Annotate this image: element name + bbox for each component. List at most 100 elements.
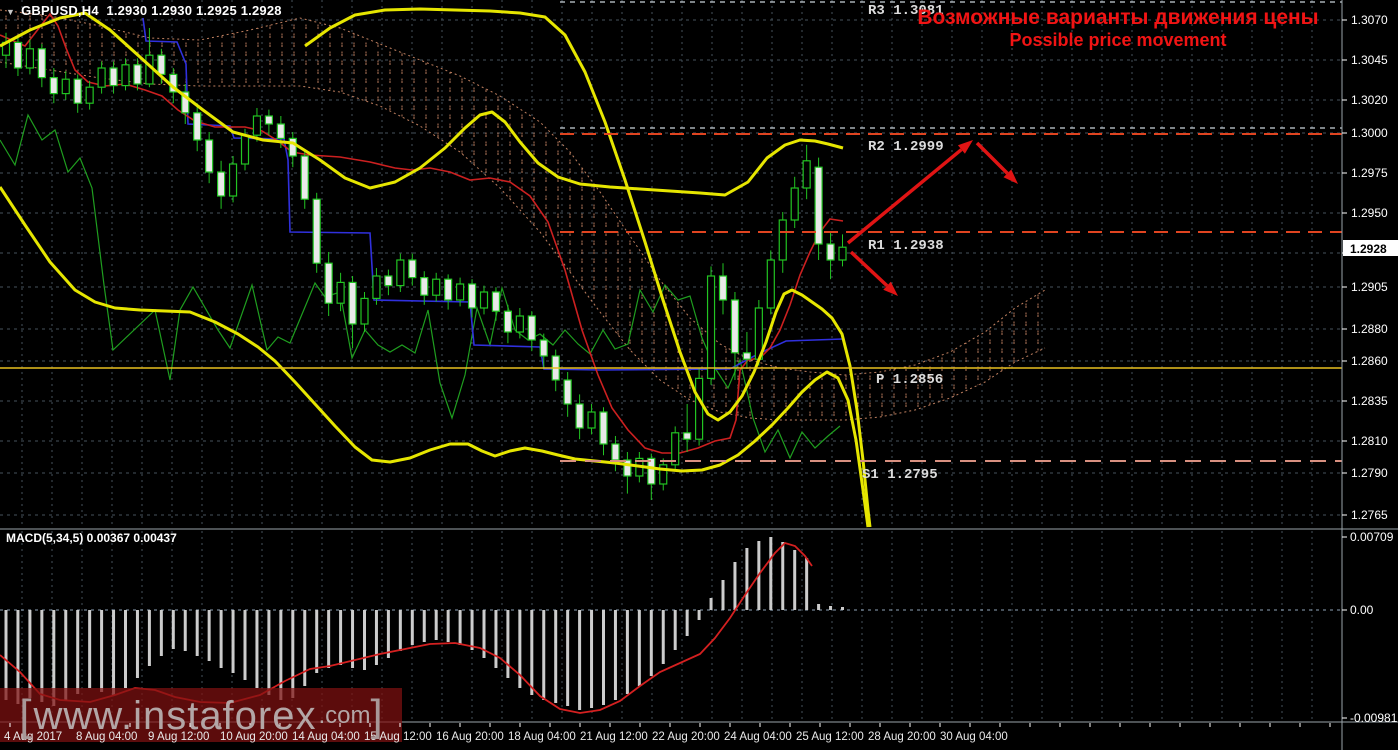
macd-histogram-bar [829,606,833,610]
time-axis-label[interactable]: 28 Aug 20:00 [868,731,936,743]
price-axis-label[interactable]: 1.3020 [1351,93,1388,107]
macd-histogram-bar [685,610,689,636]
macd-histogram-bar [315,610,319,673]
candle-body [300,155,309,200]
price-axis-label[interactable]: 1.2810 [1351,434,1388,448]
pivot-label-r2: R2 1.2999 [868,139,944,155]
time-axis-label[interactable]: 30 Aug 04:00 [940,731,1008,743]
time-axis-label[interactable]: 21 Aug 12:00 [580,731,648,743]
candle-body [814,166,823,245]
macd-axis-label[interactable]: 0.00709 [1350,530,1394,544]
candle-body [742,352,752,360]
macd-histogram-bar [805,558,809,610]
macd-histogram-bar [841,607,844,610]
candle-body [790,187,799,221]
macd-histogram-bar [793,550,797,610]
chart-title: ▼ GBPUSD,H4 1.2930 1.2930 1.2925 1.2928 [6,3,282,18]
price-axis-label[interactable]: 1.2880 [1351,322,1388,336]
candle-body [515,315,524,333]
candle-body [491,291,501,312]
macd-histogram-bar [363,610,366,670]
candle-body [563,379,572,405]
macd-histogram-bar [398,610,402,651]
candle-body [456,283,465,301]
pivot-label-r1: R1 1.2938 [868,238,944,254]
candle-body [503,310,512,333]
candle-body [73,78,82,104]
macd-histogram-bar [147,610,151,666]
macd-histogram-bar [219,610,223,668]
macd-histogram-bar [530,610,534,695]
price-axis-label[interactable]: 1.2765 [1351,508,1388,522]
macd-histogram-bar [171,610,175,649]
candle-body [766,259,775,309]
macd-histogram-bar [207,610,211,661]
title-ohlc-values: 1.2930 1.2930 1.2925 1.2928 [106,3,282,18]
chart-canvas[interactable]: R3 1.3081R2 1.2999R1 1.2938P 1.2856S1 1.… [0,0,1398,750]
macd-histogram-bar [649,610,653,676]
macd-histogram-bar [781,542,785,610]
pivot-label-p: P 1.2856 [876,372,943,388]
candle-body [37,48,46,79]
macd-axis-label[interactable]: 0.00 [1350,603,1374,617]
price-axis-label[interactable]: 1.3000 [1351,126,1388,140]
macd-histogram-bar [494,610,498,668]
symbol-dropdown-icon[interactable]: ▼ [6,7,15,17]
candle-body [49,76,58,95]
mt4-chart-window: R3 1.3081 R2 1.2999 R1 1.2938 P 1.2856 S1 1.… [0,0,1398,750]
macd-histogram-bar [506,610,510,678]
candle-body [432,278,441,296]
candle-body [288,137,297,157]
instaforex-watermark: [ www.instaforex .com ] [0,690,402,742]
macd-histogram-bar [231,610,235,673]
candle-body [157,54,166,76]
macd-histogram-bar [446,610,450,642]
macd-histogram-bar [303,610,307,686]
candle-body [360,297,369,325]
macd-axis-label[interactable]: -0.00981 [1350,711,1398,725]
macd-histogram-bar [542,610,546,700]
price-axis-label[interactable]: 1.2790 [1351,466,1388,480]
macd-histogram-bar [590,610,594,708]
candle-body [97,67,106,88]
macd-histogram-bar [422,610,426,642]
candle-body [193,112,202,141]
price-axis-label[interactable]: 1.3045 [1351,53,1388,67]
candle-body [372,275,381,299]
candle-body [575,403,584,429]
candle-body [217,171,226,197]
candle-body [408,259,417,279]
macd-histogram-bar [733,562,737,610]
macd-histogram-bar [721,580,725,610]
candle-body [838,246,847,261]
candle-body [706,275,716,380]
time-axis-label[interactable]: 25 Aug 12:00 [796,731,864,743]
time-axis-label[interactable]: 24 Aug 04:00 [724,731,792,743]
candle-body [826,243,835,261]
candle-body [802,160,811,189]
candle-body [647,457,656,485]
price-axis-label[interactable]: 1.2975 [1351,166,1388,180]
candle-body [61,78,70,95]
price-axis-label[interactable]: 1.2860 [1351,354,1388,368]
time-axis-label[interactable]: 16 Aug 20:00 [436,731,504,743]
candle-body [228,163,238,197]
candle-body [109,67,118,87]
candle-body [527,315,536,341]
annotation-english: Possible price movement [1009,30,1227,51]
time-axis-label[interactable]: 18 Aug 04:00 [508,731,576,743]
price-axis-label[interactable]: 1.2835 [1351,394,1388,408]
candle-body [312,198,321,264]
candle-body [336,281,345,304]
candle-body [324,262,333,304]
candle-body [133,64,142,85]
macd-histogram-bar [673,610,677,650]
price-axis-label[interactable]: 1.3070 [1351,13,1388,27]
macd-histogram-bar [267,610,271,695]
price-axis-label[interactable]: 1.2950 [1351,206,1388,220]
candle-body [264,115,273,125]
time-axis-label[interactable]: 22 Aug 20:00 [652,731,720,743]
price-axis-label[interactable]: 1.2905 [1351,280,1388,294]
candle-body [778,219,787,261]
candle-body [348,281,357,325]
